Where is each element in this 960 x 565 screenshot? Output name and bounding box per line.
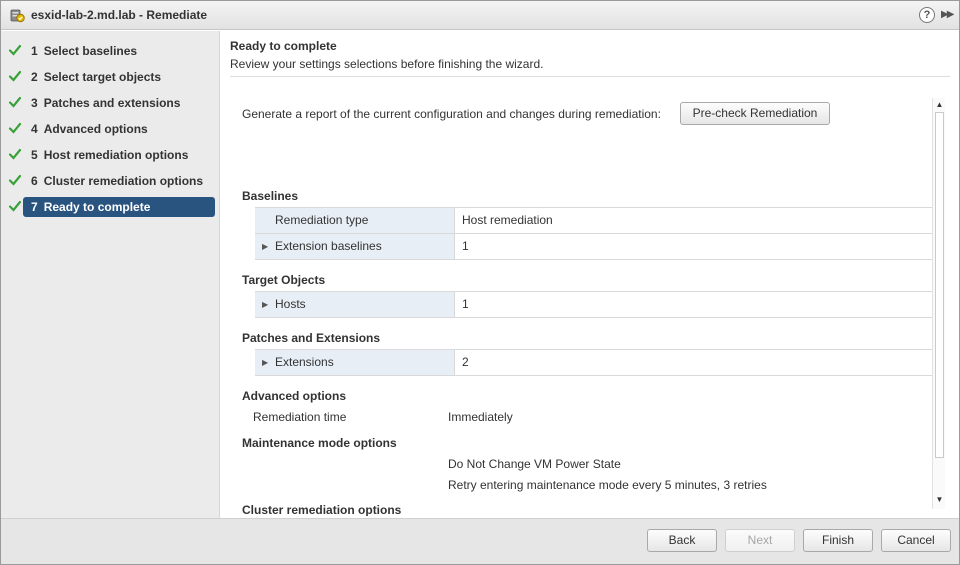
check-icon [8, 148, 22, 160]
grid-row[interactable]: ▶ Hosts 1 [255, 292, 933, 318]
header-divider [230, 76, 950, 77]
next-button[interactable]: Next [725, 529, 795, 552]
step-label: Host remediation options [43, 148, 189, 162]
grid-row[interactable]: ▶ Extensions 2 [255, 350, 933, 376]
grid-key[interactable]: ▶ Extensions [255, 350, 455, 375]
patches-grid: ▶ Extensions 2 [255, 349, 933, 376]
help-icon[interactable]: ? [919, 7, 935, 23]
grid-row: Remediation type Host remediation [255, 208, 933, 234]
step-label: Select target objects [43, 70, 162, 84]
check-icon [8, 122, 22, 134]
baselines-grid: Remediation type Host remediation ▶ Exten… [255, 207, 933, 260]
check-icon [8, 70, 22, 82]
remediate-dialog: esxid-lab-2.md.lab - Remediate ? ▶▶ 1 Sel… [0, 0, 960, 565]
host-update-icon [10, 9, 25, 23]
back-button[interactable]: Back [647, 529, 717, 552]
section-title-baselines: Baselines [242, 189, 299, 203]
window-title: esxid-lab-2.md.lab - Remediate [31, 8, 208, 22]
step-select-baselines[interactable]: 1 Select baselines [1, 41, 220, 61]
step-number: 2 [31, 70, 38, 84]
grid-value: Host remediation [462, 213, 553, 227]
step-label: Select baselines [43, 44, 138, 58]
check-icon [8, 174, 22, 186]
expand-arrow-icon[interactable]: ▶ [262, 350, 268, 375]
dialog-footer: Back Next Finish Cancel [1, 518, 959, 564]
step-label: Cluster remediation options [43, 174, 204, 188]
scroll-down-icon[interactable]: ▼ [935, 495, 944, 505]
section-title-advanced: Advanced options [242, 389, 347, 403]
step-number: 7 [31, 200, 38, 214]
section-title-maintenance: Maintenance mode options [242, 436, 397, 450]
remediation-time-value: Immediately [448, 410, 513, 424]
check-icon [8, 44, 22, 56]
grid-key[interactable]: ▶ Extension baselines [255, 234, 455, 259]
step-number: 1 [31, 44, 38, 58]
step-number: 3 [31, 96, 38, 110]
remediation-time-label: Remediation time [253, 410, 347, 424]
cancel-button[interactable]: Cancel [881, 529, 951, 552]
step-label: Patches and extensions [43, 96, 181, 110]
title-bar: esxid-lab-2.md.lab - Remediate ? ▶▶ [1, 1, 959, 30]
step-label: Ready to complete [43, 200, 151, 214]
grid-value: 2 [462, 355, 469, 369]
page-title: Ready to complete [230, 39, 337, 53]
step-number: 5 [31, 148, 38, 162]
section-title-patches: Patches and Extensions [242, 331, 381, 345]
maintenance-retry-value: Retry entering maintenance mode every 5 … [448, 478, 767, 492]
page-subtitle: Review your settings selections before f… [230, 57, 544, 71]
check-icon [8, 96, 22, 108]
step-host-remediation-options[interactable]: 5 Host remediation options [1, 145, 220, 165]
grid-key: Remediation type [255, 208, 455, 233]
step-number: 4 [31, 122, 38, 136]
grid-key[interactable]: ▶ Hosts [255, 292, 455, 317]
step-patches-and-extensions[interactable]: 3 Patches and extensions [1, 93, 220, 113]
scrollbar-thumb[interactable] [935, 112, 944, 458]
expand-icon[interactable]: ▶▶ [941, 8, 955, 22]
section-title-target-objects: Target Objects [242, 273, 326, 287]
scroll-up-icon[interactable]: ▲ [935, 100, 944, 110]
finish-button[interactable]: Finish [803, 529, 873, 552]
vm-power-state-value: Do Not Change VM Power State [448, 457, 621, 471]
precheck-description: Generate a report of the current configu… [242, 107, 661, 121]
expand-arrow-icon[interactable]: ▶ [262, 292, 268, 317]
target-objects-grid: ▶ Hosts 1 [255, 291, 933, 318]
grid-value: 1 [462, 297, 469, 311]
grid-value: 1 [462, 239, 469, 253]
expand-arrow-icon[interactable]: ▶ [262, 234, 268, 259]
summary-scroll-area[interactable]: Generate a report of the current configu… [221, 98, 934, 516]
step-number: 6 [31, 174, 38, 188]
main-panel: Ready to complete Review your settings s… [221, 31, 959, 518]
check-icon [8, 200, 22, 212]
vertical-scrollbar[interactable]: ▲ ▼ [932, 98, 945, 509]
step-cluster-remediation-options[interactable]: 6 Cluster remediation options [1, 171, 220, 191]
section-title-cluster: Cluster remediation options [242, 503, 402, 516]
step-advanced-options[interactable]: 4 Advanced options [1, 119, 220, 139]
step-label: Advanced options [43, 122, 148, 136]
wizard-steps-sidebar: 1 Select baselines 2 Select target objects… [1, 31, 220, 518]
precheck-remediation-button[interactable]: Pre-check Remediation [680, 102, 830, 125]
step-select-target-objects[interactable]: 2 Select target objects [1, 67, 220, 87]
grid-row[interactable]: ▶ Extension baselines 1 [255, 234, 933, 260]
step-ready-to-complete[interactable]: 7 Ready to complete [1, 197, 220, 217]
